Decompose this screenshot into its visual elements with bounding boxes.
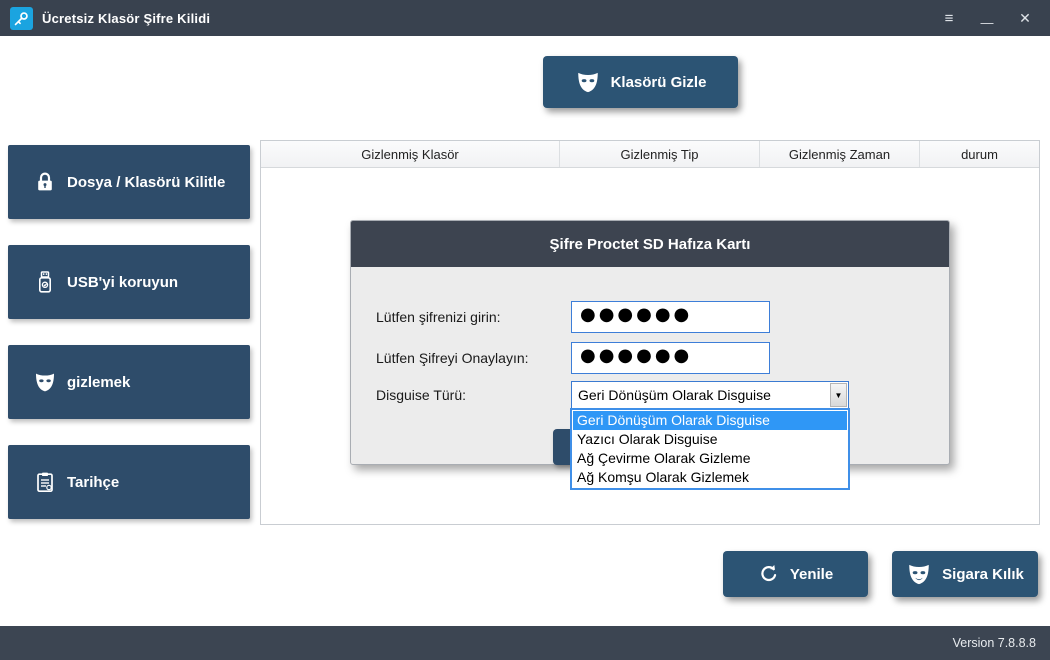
- window-title: Ücretsiz Klasör Şifre Kilidi: [42, 11, 210, 26]
- close-icon[interactable]: ✕: [1010, 5, 1040, 31]
- menu-icon[interactable]: ≡: [934, 5, 964, 31]
- window-controls: ≡ — ✕: [934, 5, 1040, 31]
- sidebar-item-disguise[interactable]: gizlemek: [8, 345, 250, 419]
- column-header-status[interactable]: durum: [920, 141, 1039, 167]
- disguise-type-dropdown-list: Geri Dönüşüm Olarak Disguise Yazıcı Olar…: [570, 408, 850, 490]
- sidebar-item-label: USB'yi koruyun: [67, 274, 178, 291]
- titlebar: Ücretsiz Klasör Şifre Kilidi ≡ — ✕: [0, 0, 1050, 36]
- refresh-button[interactable]: Yenile: [723, 551, 868, 597]
- sidebar-item-label: Dosya / Klasörü Kilitle: [67, 174, 225, 191]
- statusbar: Version 7.8.8.8: [0, 626, 1050, 660]
- usb-icon: [33, 270, 57, 294]
- disguise-type-label: Disguise Türü:: [376, 381, 466, 409]
- chevron-down-icon[interactable]: ▼: [830, 383, 847, 407]
- sidebar-item-history[interactable]: Tarihçe: [8, 445, 250, 519]
- dialog-title: Şifre Proctet SD Hafıza Kartı: [351, 221, 949, 267]
- sidebar-item-protect-usb[interactable]: USB'yi koruyun: [8, 245, 250, 319]
- sidebar-item-label: Tarihçe: [67, 474, 119, 491]
- column-header-hidden-time[interactable]: Gizlenmiş Zaman: [760, 141, 920, 167]
- mask-icon: [575, 69, 601, 95]
- table-header-row: Gizlenmiş Klasör Gizlenmiş Tip Gizlenmiş…: [261, 141, 1039, 168]
- disguise-type-combobox[interactable]: Geri Dönüşüm Olarak Disguise ▼: [571, 381, 849, 409]
- minimize-icon[interactable]: —: [972, 9, 1002, 35]
- disguise-label: Sigara Kılık: [942, 566, 1024, 583]
- password-input[interactable]: ●●●●●●: [571, 301, 770, 333]
- hide-folder-label: Klasörü Gizle: [611, 74, 707, 91]
- column-header-hidden-type[interactable]: Gizlenmiş Tip: [560, 141, 760, 167]
- mask-icon: [33, 370, 57, 394]
- sidebar-item-lock-files[interactable]: Dosya / Klasörü Kilitle: [8, 145, 250, 219]
- version-text: Version 7.8.8.8: [953, 636, 1036, 650]
- dropdown-option-dialup-network[interactable]: Ağ Çevirme Olarak Gizleme: [573, 449, 847, 468]
- dropdown-option-network-neighbor[interactable]: Ağ Komşu Olarak Gizlemek: [573, 468, 847, 487]
- hide-folder-button[interactable]: Klasörü Gizle: [543, 56, 738, 108]
- combobox-selected-value: Geri Dönüşüm Olarak Disguise: [572, 387, 830, 403]
- disguise-button[interactable]: Sigara Kılık: [892, 551, 1038, 597]
- history-icon: [33, 470, 57, 494]
- lock-icon: [33, 170, 57, 194]
- password-label: Lütfen şifrenizi girin:: [376, 301, 501, 333]
- sidebar-item-label: gizlemek: [67, 374, 130, 391]
- confirm-password-input[interactable]: ●●●●●●: [571, 342, 770, 374]
- app-key-icon: [10, 7, 33, 30]
- column-header-hidden-folder[interactable]: Gizlenmiş Klasör: [261, 141, 560, 167]
- confirm-password-label: Lütfen Şifreyi Onaylayın:: [376, 342, 529, 374]
- dropdown-option-recycle-bin[interactable]: Geri Dönüşüm Olarak Disguise: [573, 411, 847, 430]
- refresh-icon: [758, 563, 780, 585]
- refresh-label: Yenile: [790, 566, 833, 583]
- dropdown-option-printer[interactable]: Yazıcı Olarak Disguise: [573, 430, 847, 449]
- mask-icon: [906, 561, 932, 587]
